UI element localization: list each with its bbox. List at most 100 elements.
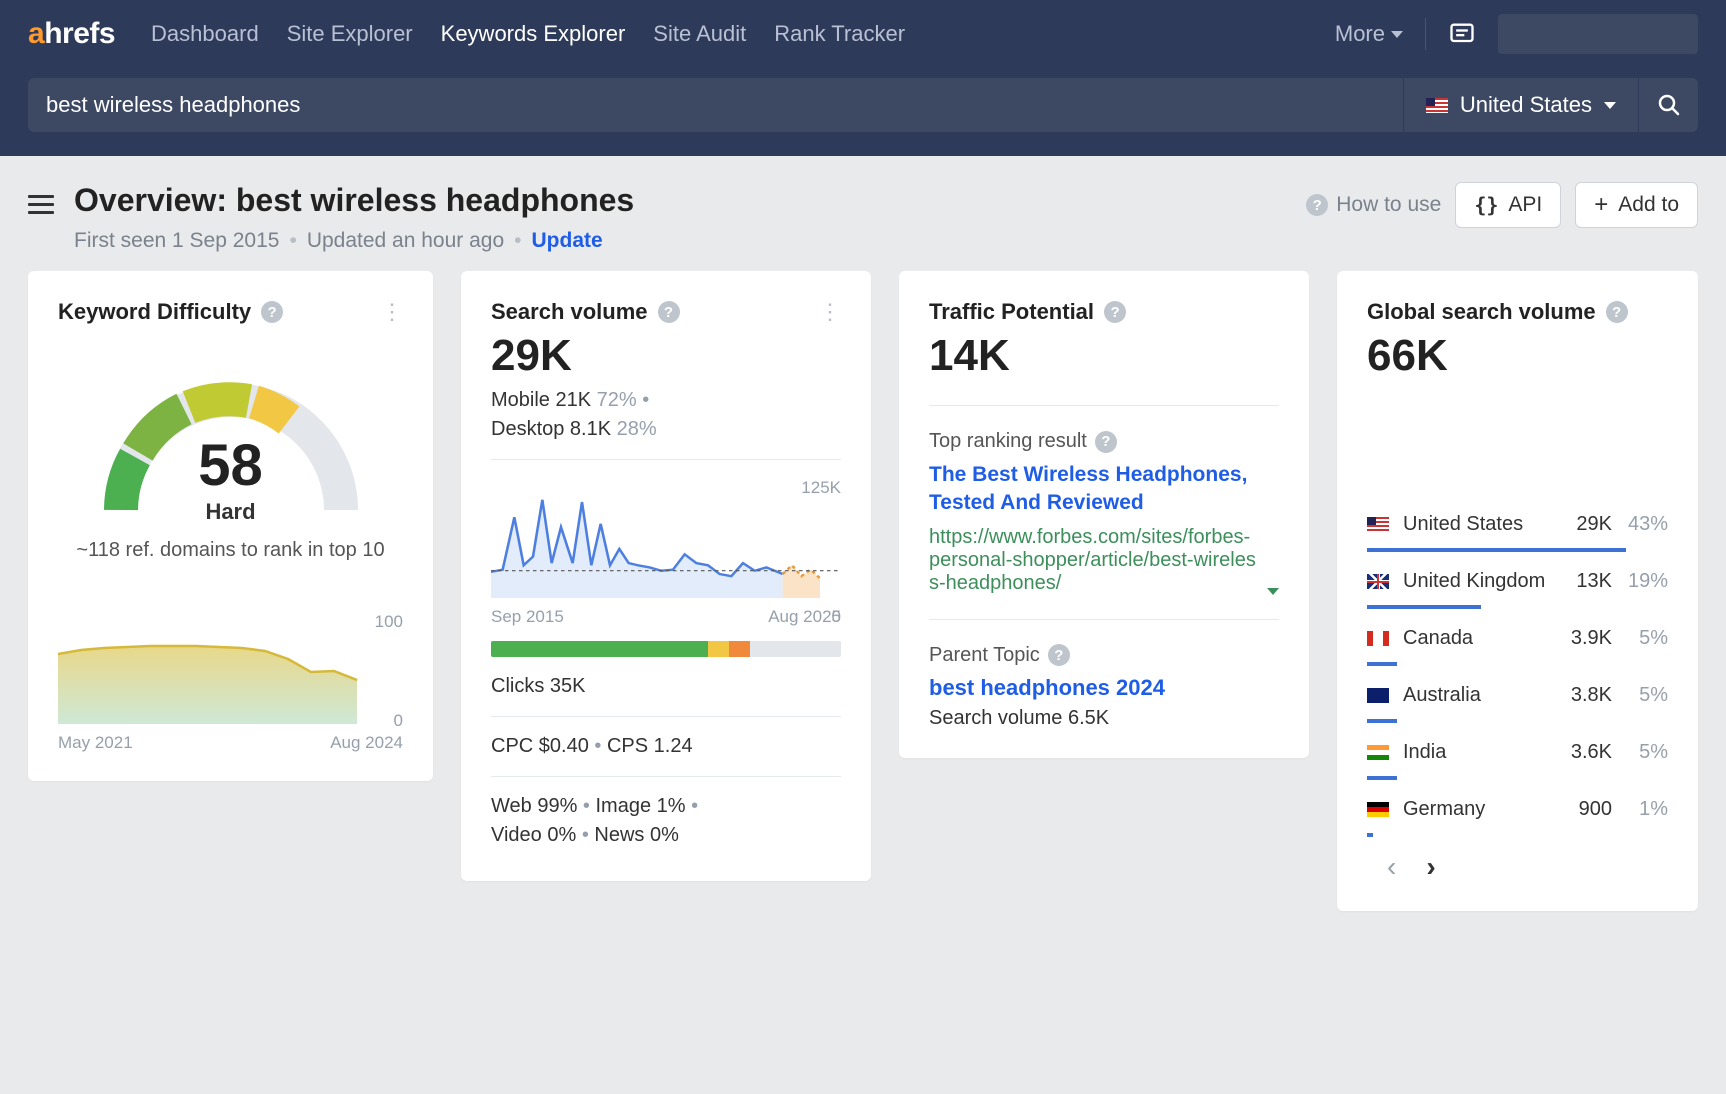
sv-content-types-1: Web 99% • Image 1% •: [491, 795, 841, 818]
sv-clicks: Clicks 35K: [491, 675, 841, 698]
gsv-percent: 5%: [1612, 627, 1668, 650]
gsv-country: Australia: [1403, 684, 1550, 707]
gsv-row[interactable]: United Kingdom13K19%: [1367, 558, 1668, 599]
top-nav: ahrefs Dashboard Site Explorer Keywords …: [0, 0, 1726, 68]
card-title: Global search volume: [1367, 299, 1596, 325]
sv-desktop: Desktop 8.1K 28%: [491, 418, 841, 441]
help-icon[interactable]: ?: [658, 301, 680, 323]
caret-down-icon: [1604, 102, 1616, 109]
nav-right: More: [1335, 14, 1698, 54]
gsv-value: 3.8K: [1550, 684, 1612, 707]
gsv-value: 3.9K: [1550, 627, 1612, 650]
gsv-percent: 5%: [1612, 741, 1668, 764]
gsv-row[interactable]: India3.6K5%: [1367, 729, 1668, 770]
kd-description: ~118 ref. domains to rank in top 10: [58, 537, 403, 564]
gsv-pager: ‹ ›: [1387, 851, 1668, 883]
gsv-bar: [1367, 833, 1668, 837]
caret-down-icon: [1267, 588, 1279, 595]
kd-label: Hard: [205, 499, 255, 525]
parent-topic-sv: Search volume 6.5K: [929, 707, 1279, 730]
help-icon[interactable]: ?: [1095, 431, 1117, 453]
flag-icon: [1367, 517, 1389, 532]
gsv-country: India: [1403, 741, 1550, 764]
flag-icon: [1367, 802, 1389, 817]
parent-topic-label: Parent Topic ?: [929, 644, 1279, 667]
help-icon[interactable]: ?: [1104, 301, 1126, 323]
gsv-bar: [1367, 776, 1668, 780]
gsv-bar: [1367, 548, 1668, 552]
sv-history-chart[interactable]: 125K Sep 2015 Aug 2025 0: [491, 478, 841, 627]
gsv-country: Germany: [1403, 798, 1550, 821]
help-icon[interactable]: ?: [261, 301, 283, 323]
gsv-value: 900: [1550, 798, 1612, 821]
global-sv-value: 66K: [1367, 331, 1668, 381]
how-to-use[interactable]: ? How to use: [1306, 193, 1441, 217]
logo[interactable]: ahrefs: [28, 17, 115, 51]
kd-history-chart[interactable]: 100 0 May 2021 Aug 2024: [58, 614, 403, 753]
traffic-potential-card: Traffic Potential ? 14K Top ranking resu…: [899, 271, 1309, 758]
gsv-percent: 19%: [1612, 570, 1668, 593]
clicks-distribution-bar: [491, 641, 841, 657]
page-header: Overview: best wireless headphones First…: [0, 156, 1726, 271]
search-button[interactable]: [1638, 78, 1698, 132]
card-title: Traffic Potential: [929, 299, 1094, 325]
gsv-country: United States: [1403, 513, 1550, 536]
global-search-volume-card: Global search volume ? 66K United States…: [1337, 271, 1698, 911]
sv-cpc-cps: CPC $0.40 • CPS 1.24: [491, 735, 841, 758]
kd-gauge: 58 Hard: [91, 355, 371, 535]
gsv-bar: [1367, 662, 1668, 666]
search-icon: [1657, 93, 1681, 117]
add-to-button[interactable]: + Add to: [1575, 182, 1698, 228]
gsv-percent: 5%: [1612, 684, 1668, 707]
search-volume-card: Search volume ? ⋮ 29K Mobile 21K 72% • D…: [461, 271, 871, 881]
nav-item-keywords-explorer[interactable]: Keywords Explorer: [441, 21, 626, 47]
gsv-row[interactable]: Australia3.8K5%: [1367, 672, 1668, 713]
plus-icon: +: [1594, 193, 1608, 217]
top-ranking-label: Top ranking result ?: [929, 430, 1279, 453]
top-ranking-url[interactable]: https://www.forbes.com/sites/forbes-pers…: [929, 526, 1279, 595]
gsv-row[interactable]: United States29K43%: [1367, 501, 1668, 542]
account-area[interactable]: [1498, 14, 1698, 54]
help-icon[interactable]: ?: [1606, 301, 1628, 323]
sidebar-toggle[interactable]: [28, 190, 54, 219]
page-meta: First seen 1 Sep 2015 • Updated an hour …: [74, 229, 634, 253]
card-title: Keyword Difficulty: [58, 299, 251, 325]
gsv-value: 13K: [1550, 570, 1612, 593]
flag-icon: [1367, 574, 1389, 589]
nav-item-site-explorer[interactable]: Site Explorer: [287, 21, 413, 47]
parent-topic-link[interactable]: best headphones 2024: [929, 675, 1279, 701]
help-icon[interactable]: ?: [1048, 644, 1070, 666]
gsv-country: Canada: [1403, 627, 1550, 650]
sv-mobile: Mobile 21K 72% •: [491, 389, 841, 412]
kd-score: 58: [198, 432, 263, 499]
caret-down-icon: [1391, 31, 1403, 38]
chat-icon[interactable]: [1448, 20, 1476, 48]
api-button[interactable]: {} API: [1455, 182, 1561, 228]
sv-content-types-2: Video 0% • News 0%: [491, 824, 841, 847]
gsv-value: 3.6K: [1550, 741, 1612, 764]
nav-item-site-audit[interactable]: Site Audit: [653, 21, 746, 47]
update-link[interactable]: Update: [532, 229, 603, 253]
flag-icon: [1426, 98, 1448, 113]
nav-item-rank-tracker[interactable]: Rank Tracker: [774, 21, 905, 47]
search-volume-value: 29K: [491, 331, 841, 381]
country-selector[interactable]: United States: [1403, 78, 1638, 132]
gsv-row[interactable]: Canada3.9K5%: [1367, 615, 1668, 656]
nav-item-dashboard[interactable]: Dashboard: [151, 21, 259, 47]
gsv-percent: 1%: [1612, 798, 1668, 821]
flag-icon: [1367, 688, 1389, 703]
pager-next[interactable]: ›: [1426, 851, 1435, 883]
page-title: Overview: best wireless headphones: [74, 182, 634, 219]
top-ranking-title[interactable]: The Best Wireless Headphones, Tested And…: [929, 461, 1279, 518]
nav-items: Dashboard Site Explorer Keywords Explore…: [151, 21, 1335, 47]
keyword-input[interactable]: [28, 78, 1403, 132]
card-title: Search volume: [491, 299, 648, 325]
gsv-row[interactable]: Germany9001%: [1367, 786, 1668, 827]
nav-more[interactable]: More: [1335, 21, 1403, 47]
help-icon: ?: [1306, 194, 1328, 216]
header-actions: ? How to use {} API + Add to: [1306, 182, 1698, 228]
pager-prev[interactable]: ‹: [1387, 851, 1396, 883]
gsv-bar: [1367, 719, 1668, 723]
gsv-bar: [1367, 605, 1668, 609]
traffic-potential-value: 14K: [929, 331, 1279, 381]
